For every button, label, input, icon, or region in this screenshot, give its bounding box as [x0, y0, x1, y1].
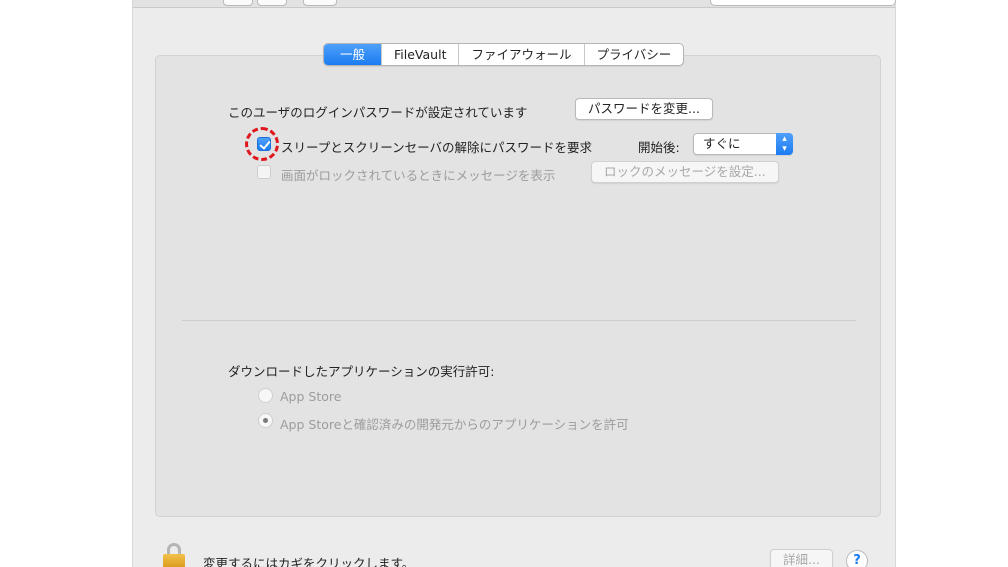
downloads-heading: ダウンロードしたアプリケーションの実行許可: [228, 364, 495, 379]
tab-filevault[interactable]: FileVault [381, 44, 458, 65]
search-input[interactable] [710, 0, 896, 6]
after-label: 開始後: [638, 140, 680, 155]
show-all-button[interactable] [303, 0, 337, 6]
tab-privacy[interactable]: プライバシー [583, 44, 684, 65]
chevron-updown-icon: ▴ ▾ [776, 133, 793, 155]
security-privacy-window: 一般 FileVault ファイアウォール プライバシー このユーザのログインパ… [132, 0, 896, 567]
back-button[interactable] [223, 0, 253, 6]
show-message-label: 画面がロックされているときにメッセージを表示 [281, 168, 556, 183]
lock-icon[interactable] [163, 543, 185, 567]
change-password-button[interactable]: パスワードを変更... [575, 98, 713, 120]
radio-app-store-identified-label: App Storeと確認済みの開発元からのアプリケーションを許可 [280, 417, 629, 432]
tab-general[interactable]: 一般 [324, 44, 382, 65]
divider [182, 320, 856, 321]
delay-select[interactable]: すぐに ▴ ▾ [693, 133, 793, 155]
radio-app-store-identified[interactable] [258, 413, 273, 428]
delay-select-value: すぐに [703, 136, 741, 151]
require-password-label: スリープとスクリーンセーバの解除にパスワードを要求 [281, 140, 593, 155]
help-button[interactable]: ? [846, 550, 868, 567]
set-lock-message-button[interactable]: ロックのメッセージを設定... [591, 161, 779, 183]
toolbar [133, 0, 896, 8]
lock-message: 変更するにはカギをクリックします。 [203, 556, 415, 567]
show-message-checkbox[interactable] [257, 165, 271, 179]
forward-button[interactable] [257, 0, 287, 6]
tab-bar: 一般 FileVault ファイアウォール プライバシー [323, 43, 685, 66]
tab-firewall[interactable]: ファイアウォール [458, 44, 583, 65]
advanced-button[interactable]: 詳細... [770, 549, 833, 567]
radio-app-store[interactable] [258, 388, 273, 403]
password-status-label: このユーザのログインパスワードが設定されています [228, 105, 528, 120]
lock-body [163, 554, 185, 567]
require-password-checkbox[interactable] [257, 137, 271, 151]
radio-app-store-label: App Store [280, 389, 342, 404]
tab-content-panel [155, 55, 881, 517]
